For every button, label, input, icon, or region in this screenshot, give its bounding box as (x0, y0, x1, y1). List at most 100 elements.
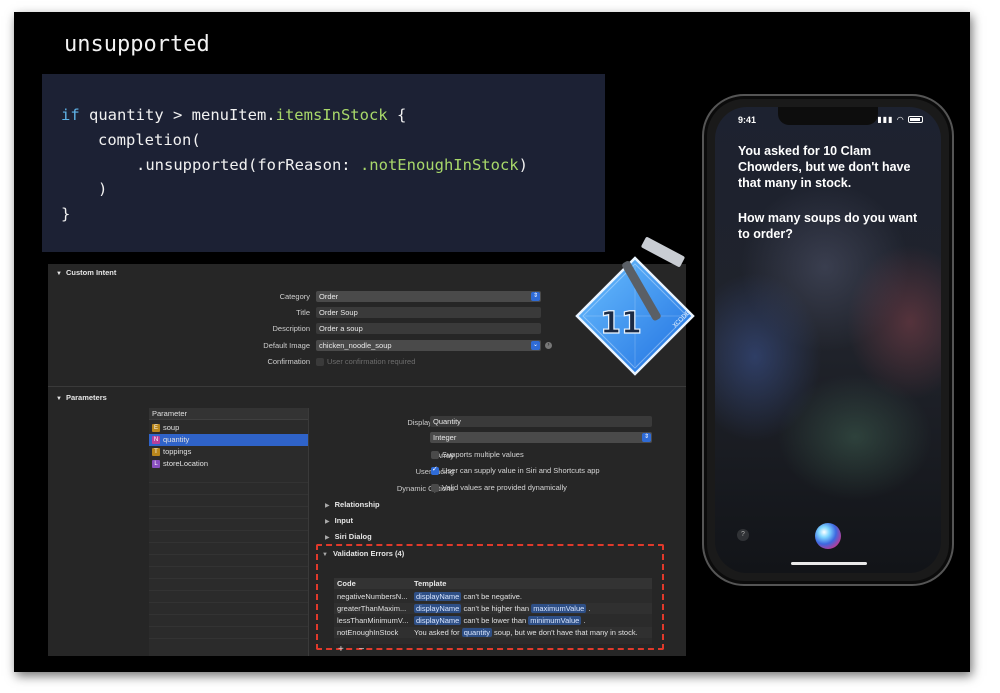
validation-row[interactable]: lessThanMinimumV... displayName can't be … (334, 615, 652, 626)
code-property: itemsInStock (275, 106, 388, 124)
add-remove-controls[interactable]: + − (338, 644, 370, 655)
wifi-icon: ◠ (896, 115, 905, 124)
home-indicator[interactable] (791, 562, 867, 565)
section-title: Validation Errors (4) (332, 549, 405, 558)
template-token: displayName (414, 604, 462, 613)
validation-row[interactable]: greaterThanMaxim... displayName can't be … (334, 603, 652, 614)
validation-errors-section[interactable]: ▼ Validation Errors (4) (322, 549, 404, 558)
disclosure-triangle-icon[interactable]: ▼ (322, 552, 328, 558)
code-line-3: .unsupported(forReason: .notEnoughInStoc… (136, 156, 528, 174)
siri-question-text: How many soups do you want to order? (738, 211, 918, 241)
parameter-name: storeLocation (163, 459, 209, 468)
grid-line (149, 578, 308, 579)
template-text: . (581, 616, 586, 625)
template-text: can't be negative. (461, 592, 523, 601)
code-line-5: } (61, 205, 71, 223)
notch (778, 107, 878, 125)
siri-dialog-section[interactable]: ▶ Siri Dialog (325, 532, 372, 541)
title-field[interactable]: Order Soup (316, 307, 541, 318)
code-text: ) (518, 156, 528, 174)
grid-line (149, 602, 308, 603)
dynamic-options-checkbox[interactable] (431, 484, 439, 492)
section-title: Relationship (334, 500, 380, 509)
validation-template: displayName can't be negative. (414, 591, 522, 602)
category-label: Category (279, 292, 310, 301)
display-name-field[interactable]: Quantity (430, 416, 652, 427)
type-popup[interactable]: Integer ⇕ (430, 432, 652, 443)
code-line-2: completion( (98, 131, 201, 149)
description-field[interactable]: Order a soup (316, 323, 541, 334)
enum-type-icon: E (152, 424, 160, 433)
disclosure-triangle-icon[interactable]: ▼ (56, 271, 62, 277)
validation-code: lessThanMinimumV... (337, 616, 409, 625)
slide-title: unsupported (64, 32, 210, 57)
code-line-4: ) (98, 180, 108, 198)
description-label: Description (272, 324, 310, 333)
default-image-label: Default Image (263, 341, 310, 350)
location-type-icon: L (152, 460, 160, 469)
section-title: Parameters (65, 393, 107, 402)
default-image-value: chicken_noodle_soup (319, 341, 392, 350)
grid-line (149, 638, 308, 639)
xcode-version-text: 11 (600, 306, 642, 341)
disclosure-triangle-icon[interactable]: ▼ (56, 396, 62, 402)
parameter-name: quantity (163, 435, 190, 444)
category-popup[interactable]: Order ⇕ (316, 291, 541, 302)
disclosure-triangle-icon[interactable]: ▶ (325, 534, 330, 541)
title-label: Title (296, 308, 310, 317)
code-property: .notEnoughInStock (359, 156, 519, 174)
type-type-icon: T (152, 448, 160, 457)
go-arrow-icon[interactable]: › (545, 342, 552, 349)
dynamic-options-text: Valid values are provided dynamically (442, 483, 567, 492)
help-icon[interactable]: ? (737, 529, 749, 541)
array-text: Supports multiple values (442, 450, 524, 459)
template-text: can't be lower than (461, 616, 529, 625)
template-text: soup, but we don't have that many in sto… (491, 628, 638, 637)
grid-line (149, 614, 308, 615)
parameter-row-quantity[interactable]: Nquantity (149, 434, 308, 446)
section-title: Custom Intent (65, 268, 117, 277)
parameter-row-storelocation[interactable]: LstoreLocation (149, 458, 308, 470)
parameter-row-toppings[interactable]: Ttoppings (149, 446, 308, 458)
code-line-1: if quantity > menuItem.itemsInStock { (61, 106, 406, 124)
parameter-row-soup[interactable]: Esoup (149, 422, 308, 434)
number-type-icon: N (152, 436, 160, 445)
grid-line (149, 494, 308, 495)
iphone-mockup: 9:41 ▮▮▮ ◠ You asked for 10 Clam Chowder… (702, 94, 954, 586)
template-token: minimumValue (528, 616, 582, 625)
chevron-down-icon: ⌄ (531, 341, 540, 350)
template-token: displayName (414, 616, 462, 625)
validation-row[interactable]: notEnoughInStock You asked for quantity s… (334, 627, 652, 638)
popup-arrows-icon: ⇕ (531, 292, 540, 301)
section-title: Input (334, 516, 353, 525)
code-column-header: Code (337, 579, 356, 588)
validation-template: displayName can't be higher than maximum… (414, 603, 591, 614)
disclosure-triangle-icon[interactable]: ▶ (325, 518, 330, 525)
signal-icon: ▮▮▮ (877, 115, 894, 124)
grid-line (149, 554, 308, 555)
input-section[interactable]: ▶ Input (325, 516, 353, 525)
grid-line (149, 530, 308, 531)
confirmation-label: Confirmation (267, 357, 310, 366)
user-facing-checkbox[interactable] (431, 465, 439, 475)
divider (48, 386, 686, 387)
validation-code: greaterThanMaxim... (337, 604, 407, 613)
validation-code: negativeNumbersN... (337, 592, 408, 601)
custom-intent-header[interactable]: ▼ Custom Intent (56, 268, 116, 277)
grid-line (149, 518, 308, 519)
disclosure-triangle-icon[interactable]: ▶ (325, 502, 330, 509)
parameter-name: soup (163, 423, 180, 432)
phone-screen: 9:41 ▮▮▮ ◠ You asked for 10 Clam Chowder… (715, 107, 941, 573)
validation-row[interactable]: negativeNumbersN... displayName can't be … (334, 591, 652, 602)
relationship-section[interactable]: ▶ Relationship (325, 500, 380, 509)
default-image-popup[interactable]: chicken_noodle_soup ⌄ (316, 340, 541, 351)
code-text: { (387, 106, 407, 124)
array-checkbox[interactable] (431, 451, 439, 459)
confirmation-checkbox[interactable] (316, 358, 324, 366)
slide: unsupported if quantity > menuItem.items… (14, 12, 970, 672)
parameters-header[interactable]: ▼ Parameters (56, 393, 107, 402)
siri-orb-icon[interactable] (815, 523, 841, 549)
template-text: You asked for (414, 628, 462, 637)
grid-line (149, 482, 308, 483)
validation-table-header: Code Template (334, 578, 652, 589)
